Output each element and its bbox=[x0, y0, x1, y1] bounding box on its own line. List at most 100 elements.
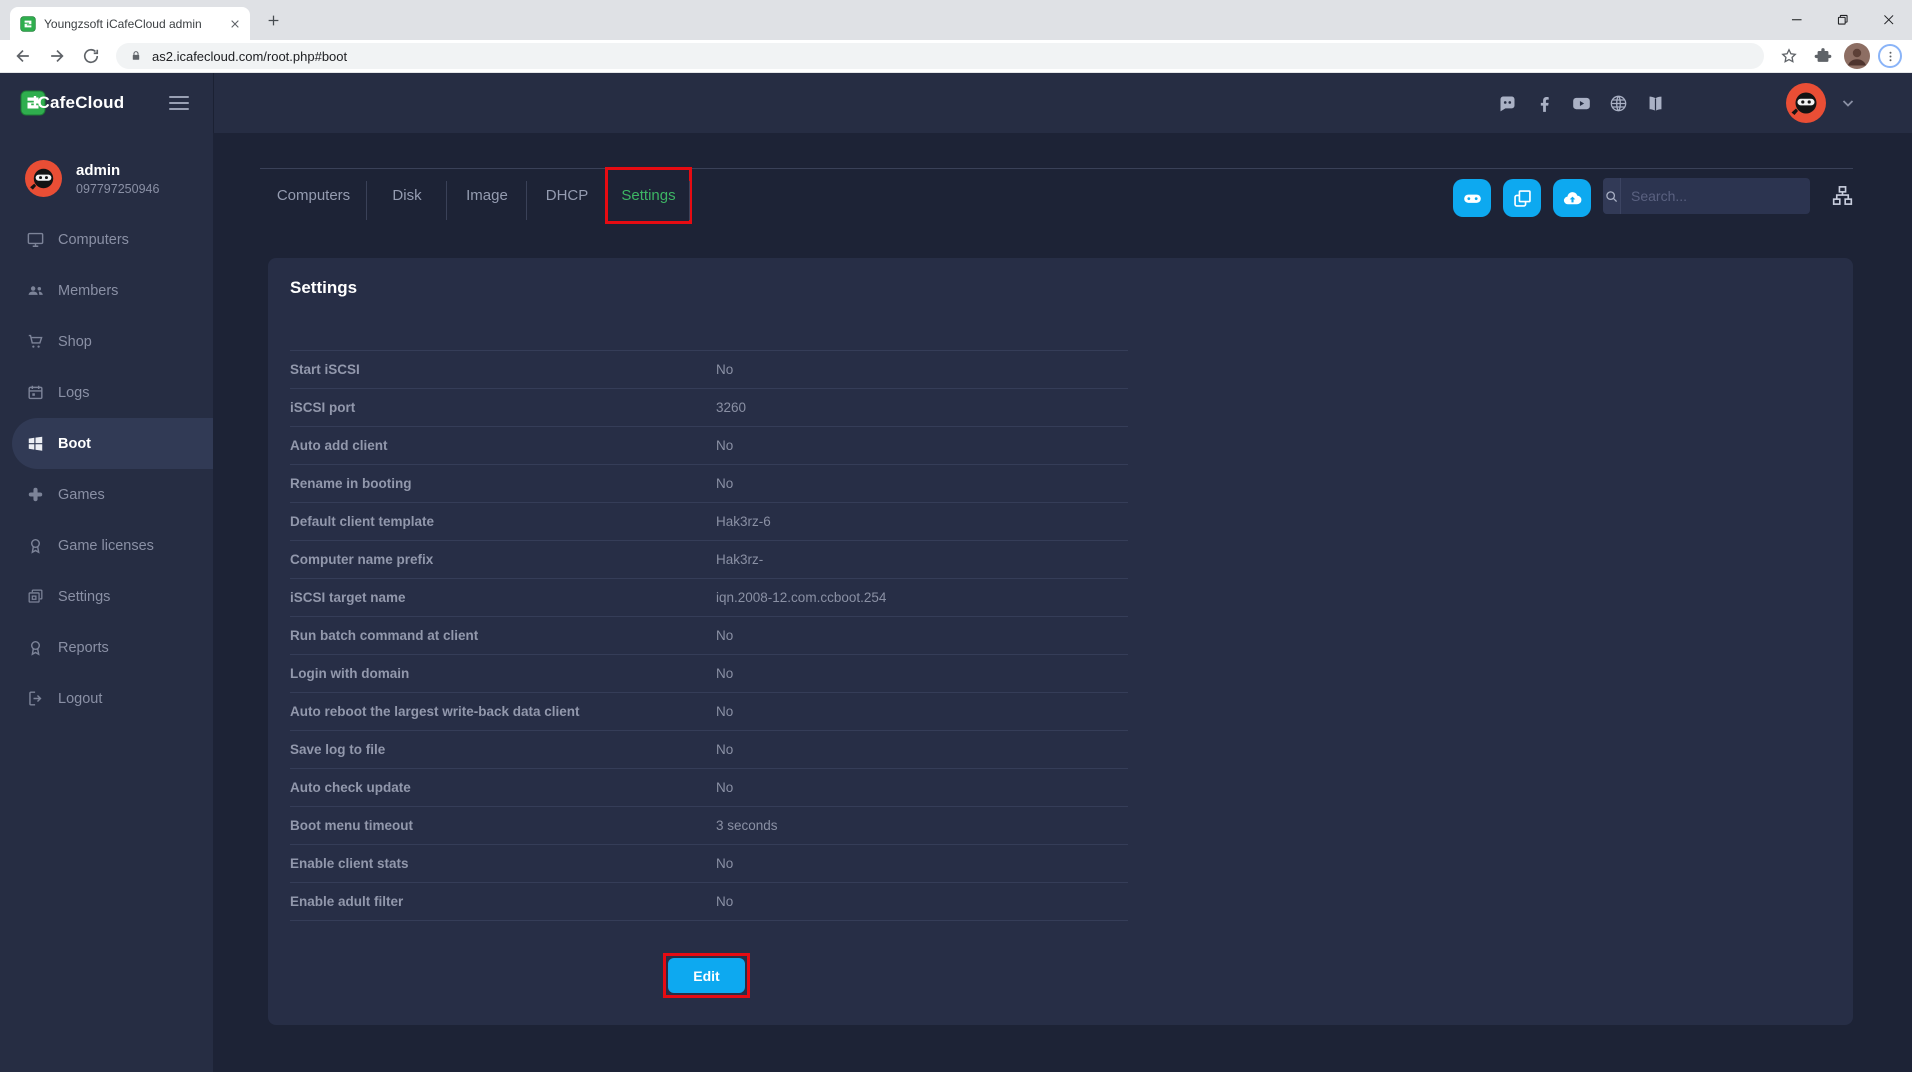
sidebar-item-label: Settings bbox=[58, 589, 110, 605]
sidebar-item-logout[interactable]: Logout bbox=[0, 673, 213, 724]
table-row: Login with domain No bbox=[290, 654, 1128, 692]
windows-icon bbox=[26, 434, 45, 453]
setting-label: Boot menu timeout bbox=[290, 818, 716, 833]
window-close-button[interactable] bbox=[1866, 0, 1912, 40]
setting-label: Start iSCSI bbox=[290, 362, 716, 377]
window-minimize-button[interactable] bbox=[1774, 0, 1820, 40]
sidebar-item-reports[interactable]: Reports bbox=[0, 622, 213, 673]
tab-label: Computers bbox=[277, 187, 350, 204]
account-avatar[interactable] bbox=[1786, 83, 1826, 123]
setting-label: Computer name prefix bbox=[290, 552, 716, 567]
table-row: iSCSI port 3260 bbox=[290, 388, 1128, 426]
tab-disk[interactable]: Disk bbox=[367, 169, 447, 222]
tab-dhcp[interactable]: DHCP bbox=[527, 169, 607, 222]
monitor-icon bbox=[26, 230, 45, 249]
sidebar-item-game-licenses[interactable]: Game licenses bbox=[0, 520, 213, 571]
tab-settings[interactable]: Settings bbox=[607, 169, 690, 222]
discord-icon[interactable] bbox=[1497, 93, 1518, 114]
table-row: Auto check update No bbox=[290, 768, 1128, 806]
book-icon[interactable] bbox=[1645, 93, 1666, 114]
setting-value: No bbox=[716, 856, 733, 871]
bookmark-star-icon[interactable] bbox=[1776, 43, 1802, 69]
tab-label: Image bbox=[466, 187, 508, 204]
sidebar-item-label: Boot bbox=[58, 436, 91, 452]
youtube-icon[interactable] bbox=[1571, 93, 1592, 114]
search-icon bbox=[1603, 178, 1621, 214]
setting-value: No bbox=[716, 362, 733, 377]
table-row: Enable adult filter No bbox=[290, 882, 1128, 920]
setting-label: Enable client stats bbox=[290, 856, 716, 871]
setting-label: Auto add client bbox=[290, 438, 716, 453]
table-row: iSCSI target name iqn.2008-12.com.ccboot… bbox=[290, 578, 1128, 616]
table-row: Save log to file No bbox=[290, 730, 1128, 768]
table-row: Run batch command at client No bbox=[290, 616, 1128, 654]
search-box bbox=[1603, 178, 1810, 214]
setting-value: No bbox=[716, 666, 733, 681]
tab-computers[interactable]: Computers bbox=[260, 169, 367, 222]
setting-label: Login with domain bbox=[290, 666, 716, 681]
logout-icon bbox=[26, 689, 45, 708]
new-tab-button[interactable] bbox=[266, 13, 281, 28]
tab-close-icon[interactable] bbox=[230, 19, 240, 29]
setting-label: Auto check update bbox=[290, 780, 716, 795]
browser-menu-icon[interactable] bbox=[1878, 44, 1902, 68]
extensions-icon[interactable] bbox=[1810, 43, 1836, 69]
globe-icon[interactable] bbox=[1608, 93, 1629, 114]
sidebar-item-logs[interactable]: Logs bbox=[0, 367, 213, 418]
sidebar-menu: Computers Members Shop Logs Boot Games G… bbox=[0, 214, 213, 724]
calendar-icon bbox=[26, 383, 45, 402]
user-avatar[interactable] bbox=[25, 160, 62, 197]
setting-value: iqn.2008-12.com.ccboot.254 bbox=[716, 590, 886, 605]
tab-label: Settings bbox=[621, 187, 675, 204]
sidebar-item-label: Shop bbox=[58, 334, 92, 350]
setting-label: Save log to file bbox=[290, 742, 716, 757]
sidebar-item-computers[interactable]: Computers bbox=[0, 214, 213, 265]
setting-label: iSCSI port bbox=[290, 400, 716, 415]
setting-label: Auto reboot the largest write-back data … bbox=[290, 704, 716, 719]
sidebar-user-block: admin 097797250946 bbox=[0, 133, 213, 197]
dpad-icon bbox=[26, 485, 45, 504]
copy-button[interactable] bbox=[1503, 179, 1541, 217]
browser-tab-title: Youngzsoft iCafeCloud admin bbox=[44, 17, 222, 31]
sidebar-item-members[interactable]: Members bbox=[0, 265, 213, 316]
setting-label: Run batch command at client bbox=[290, 628, 716, 643]
sidebar-item-games[interactable]: Games bbox=[0, 469, 213, 520]
sidebar-item-label: Games bbox=[58, 487, 105, 503]
brand-favicon bbox=[20, 16, 36, 32]
facebook-icon[interactable] bbox=[1534, 93, 1555, 114]
address-bar[interactable]: as2.icafecloud.com/root.php#boot bbox=[116, 43, 1764, 69]
table-row: Default client template Hak3rz-6 bbox=[290, 502, 1128, 540]
sidebar: admin 097797250946 Computers Members Sho… bbox=[0, 133, 213, 1072]
window-maximize-button[interactable] bbox=[1820, 0, 1866, 40]
gamepad-button[interactable] bbox=[1453, 179, 1491, 217]
browser-tab[interactable]: Youngzsoft iCafeCloud admin bbox=[10, 7, 250, 40]
badge-icon bbox=[26, 638, 45, 657]
header-divider bbox=[213, 73, 214, 133]
sidebar-item-shop[interactable]: Shop bbox=[0, 316, 213, 367]
sidebar-item-label: Members bbox=[58, 283, 118, 299]
search-input[interactable] bbox=[1621, 188, 1810, 204]
edit-button[interactable]: Edit bbox=[668, 958, 745, 993]
tab-label: Disk bbox=[392, 187, 421, 204]
sidebar-item-boot[interactable]: Boot bbox=[12, 418, 213, 469]
layers-icon bbox=[26, 587, 45, 606]
setting-value: No bbox=[716, 742, 733, 757]
tab-label: DHCP bbox=[546, 187, 589, 204]
main-content: Computers Disk Image DHCP Settings Setti… bbox=[213, 133, 1912, 1072]
tab-image[interactable]: Image bbox=[447, 169, 527, 222]
sidebar-item-label: Logout bbox=[58, 691, 102, 707]
browser-reload-button[interactable] bbox=[78, 43, 104, 69]
cloud-upload-button[interactable] bbox=[1553, 179, 1591, 217]
network-map-icon[interactable] bbox=[1831, 184, 1854, 207]
browser-back-button[interactable] bbox=[10, 43, 36, 69]
browser-toolbar: as2.icafecloud.com/root.php#boot bbox=[0, 40, 1912, 73]
menu-toggle-button[interactable] bbox=[169, 92, 189, 114]
browser-forward-button[interactable] bbox=[44, 43, 70, 69]
browser-profile-avatar[interactable] bbox=[1844, 43, 1870, 69]
sidebar-item-settings[interactable]: Settings bbox=[0, 571, 213, 622]
url-text: as2.icafecloud.com/root.php#boot bbox=[152, 49, 347, 64]
sidebar-item-label: Computers bbox=[58, 232, 129, 248]
sidebar-item-label: Logs bbox=[58, 385, 89, 401]
chevron-down-icon[interactable] bbox=[1842, 99, 1854, 108]
setting-label: Enable adult filter bbox=[290, 894, 716, 909]
